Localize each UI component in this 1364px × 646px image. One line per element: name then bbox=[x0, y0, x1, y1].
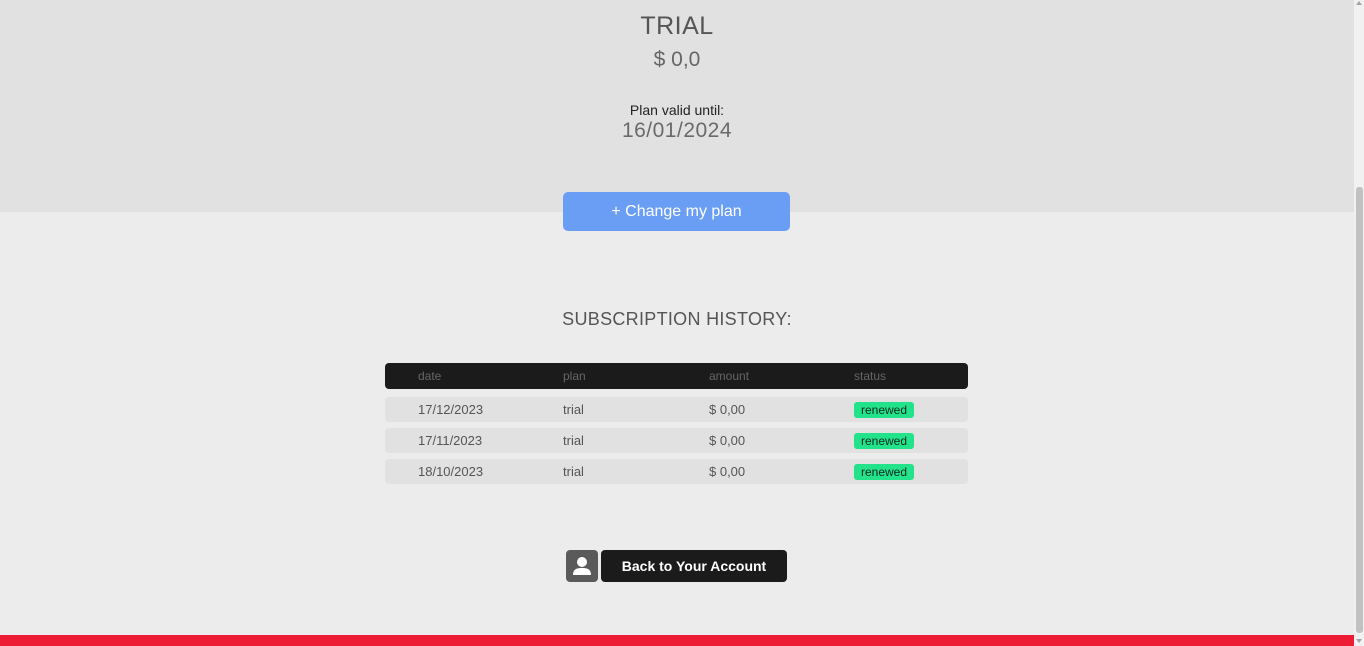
column-header-date: date bbox=[418, 369, 442, 383]
row-date: 18/10/2023 bbox=[418, 464, 484, 479]
row-amount: $ 0,00 bbox=[709, 464, 746, 479]
table-row: 17/11/2023 trial $ 0,00 renewed bbox=[385, 428, 968, 453]
subscription-history-title: SUBSCRIPTION HISTORY: bbox=[562, 309, 792, 329]
plan-valid-date: 16/01/2024 bbox=[621, 119, 733, 142]
plan-price: $ 0,0 bbox=[653, 48, 701, 71]
table-row: 17/12/2023 trial $ 0,00 renewed bbox=[385, 397, 968, 422]
change-plan-button[interactable]: + Change my plan bbox=[563, 192, 790, 231]
scroll-down-arrow-icon[interactable] bbox=[1356, 639, 1362, 643]
row-amount: $ 0,00 bbox=[709, 433, 746, 448]
user-icon bbox=[573, 557, 591, 575]
status-badge: renewed bbox=[854, 402, 915, 418]
row-plan: trial bbox=[563, 433, 584, 448]
row-plan: trial bbox=[563, 464, 584, 479]
column-header-plan: plan bbox=[563, 369, 586, 383]
status-badge: renewed bbox=[854, 464, 915, 480]
table-header: date plan amount status bbox=[385, 363, 968, 389]
row-date: 17/11/2023 bbox=[418, 433, 483, 448]
footer-bar bbox=[0, 635, 1354, 646]
user-icon-button[interactable] bbox=[566, 550, 598, 582]
row-date: 17/12/2023 bbox=[418, 402, 484, 417]
scrollbar-thumb[interactable] bbox=[1356, 187, 1363, 633]
scroll-up-arrow-icon[interactable] bbox=[1356, 1, 1362, 5]
row-plan: trial bbox=[563, 402, 584, 417]
status-badge: renewed bbox=[854, 433, 915, 449]
row-amount: $ 0,00 bbox=[709, 402, 746, 417]
column-header-amount: amount bbox=[709, 369, 750, 383]
page: TRIAL $ 0,0 Plan valid until: 16/01/2024… bbox=[0, 0, 1364, 646]
back-to-account-button[interactable]: Back to Your Account bbox=[601, 550, 787, 582]
subscription-history-table: date plan amount status 17/12/2023 trial… bbox=[385, 363, 968, 484]
table-row: 18/10/2023 trial $ 0,00 renewed bbox=[385, 459, 968, 484]
plan-name: TRIAL bbox=[640, 12, 714, 40]
plan-valid-label: Plan valid until: bbox=[629, 102, 725, 118]
column-header-status: status bbox=[854, 369, 887, 383]
